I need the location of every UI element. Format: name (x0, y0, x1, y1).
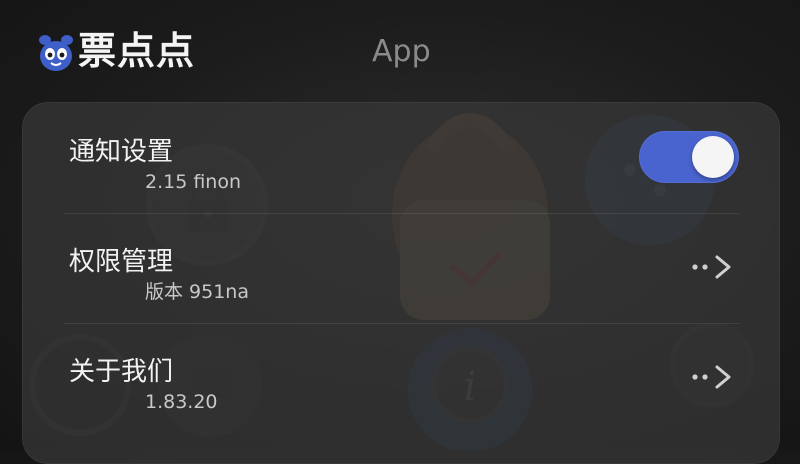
row-label: 权限管理 (69, 247, 174, 277)
row-subtitle: 1.83.20 (145, 391, 218, 413)
settings-row-about[interactable]: 关于我们 1.83.20 (23, 323, 779, 433)
row-subtitle: 2.15 finon (145, 171, 242, 193)
toggle-knob (692, 136, 734, 178)
row-subtitle: 版本 951na (145, 281, 249, 303)
brand-name: 票点点 (78, 29, 196, 73)
row-label: 通知设置 (69, 137, 174, 167)
mascot-logo-icon (39, 35, 73, 71)
chevron-right-icon[interactable] (691, 363, 739, 391)
row-label: 关于我们 (69, 357, 174, 387)
page-title: App (372, 34, 431, 69)
notifications-toggle[interactable] (639, 131, 739, 183)
settings-row-notifications[interactable]: 通知设置 2.15 finon (23, 103, 779, 213)
chevron-right-icon[interactable] (691, 253, 739, 281)
settings-card: 通知设置 2.15 finon 权限管理 版本 951na 关于我们 1.83.… (22, 102, 780, 464)
settings-row-permissions[interactable]: 权限管理 版本 951na (23, 213, 779, 323)
header: 票点点 App (0, 0, 800, 100)
